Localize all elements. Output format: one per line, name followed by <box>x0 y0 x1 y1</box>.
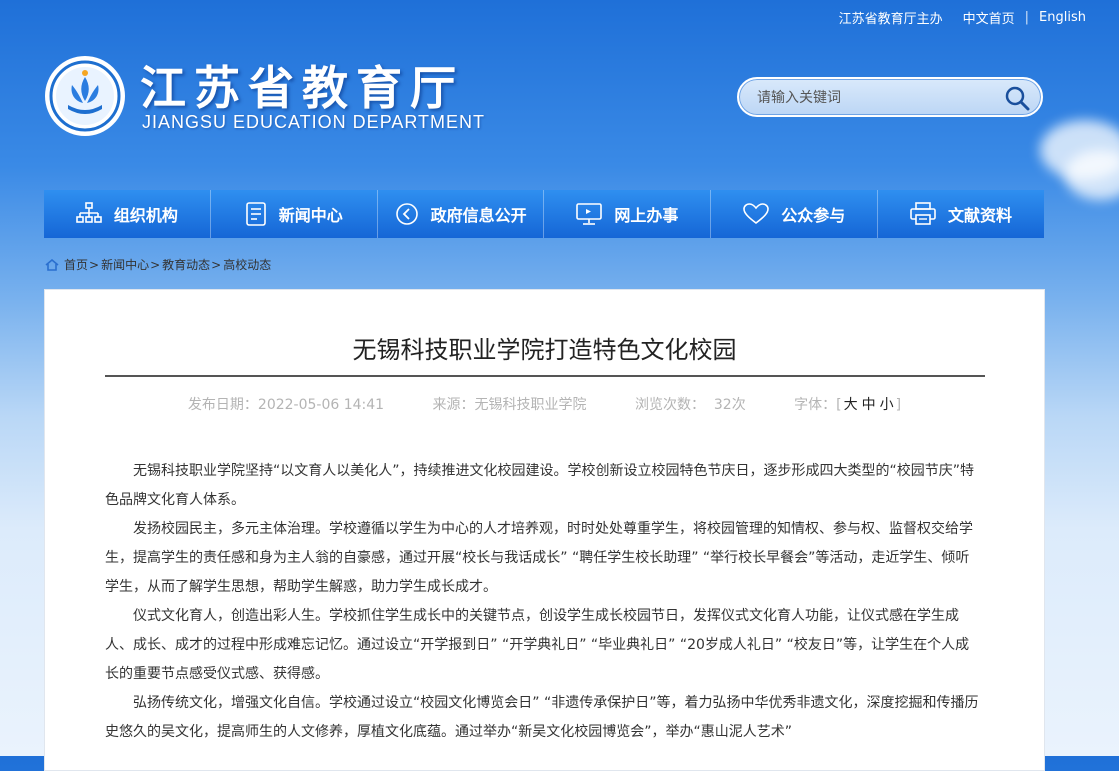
nav-item-news[interactable]: 新闻中心 <box>211 190 378 238</box>
font-size-switcher: 字体：[大中小] <box>794 397 902 413</box>
font-small-button[interactable]: 小 <box>880 397 894 413</box>
home-icon <box>45 258 59 271</box>
logo-chinese-title: 江苏省教育厅 <box>140 61 464 115</box>
article-paragraph: 仪式文化育人，创造出彩人生。学校抓住学生成长中的关键节点，创设学生成长校园节日，… <box>105 608 970 682</box>
breadcrumb-university-news[interactable]: 高校动态 <box>223 256 271 273</box>
nav-item-public-participation[interactable]: 公众参与 <box>711 190 879 238</box>
news-icon <box>245 202 266 226</box>
title-divider <box>105 375 985 377</box>
nav-label: 文献资料 <box>948 206 1013 225</box>
search-input[interactable] <box>755 87 999 109</box>
article-panel: 无锡科技职业学院打造特色文化校园 发布日期：2022-05-06 14:41 来… <box>44 289 1045 771</box>
divider: | <box>1024 10 1030 25</box>
org-icon <box>76 202 102 223</box>
info-icon <box>395 203 418 225</box>
font-medium-button[interactable]: 中 <box>862 397 876 413</box>
view-count: 浏览次数： 32次 <box>634 397 746 413</box>
breadcrumb-news-center[interactable]: 新闻中心 <box>101 256 149 273</box>
computer-icon <box>576 203 603 225</box>
search-icon[interactable] <box>1003 84 1031 112</box>
search-box <box>737 77 1043 117</box>
sponsor-link[interactable]: 江苏省教育厅主办 <box>839 8 943 27</box>
top-links-bar: 江苏省教育厅主办 中文首页 | English <box>839 8 1086 27</box>
breadcrumb: 首页 > 新闻中心 > 教育动态 > 高校动态 <box>45 256 271 273</box>
nav-label: 政府信息公开 <box>430 206 527 225</box>
breadcrumb-education-news[interactable]: 教育动态 <box>162 256 210 273</box>
nav-item-organization[interactable]: 组织机构 <box>44 190 211 238</box>
nav-label: 组织机构 <box>113 206 178 225</box>
english-link[interactable]: English <box>1039 10 1086 25</box>
font-large-button[interactable]: 大 <box>844 397 858 413</box>
heart-icon <box>743 203 770 225</box>
nav-label: 新闻中心 <box>278 206 343 225</box>
article-source: 来源：无锡科技职业学院 <box>432 397 587 413</box>
nav-item-gov-info[interactable]: 政府信息公开 <box>378 190 545 238</box>
main-navigation: 组织机构 新闻中心 政府信息公开 网上办事 公众参与 文献资料 <box>44 190 1044 238</box>
article-title: 无锡科技职业学院打造特色文化校园 <box>352 336 737 364</box>
nav-item-documents[interactable]: 文献资料 <box>878 190 1044 238</box>
article-paragraph: 发扬校园民主，多元主体治理。学校遵循以学生为中心的人才培养观，时时处处尊重学生，… <box>105 521 973 595</box>
breadcrumb-home[interactable]: 首页 <box>64 256 88 273</box>
nav-item-online-service[interactable]: 网上办事 <box>544 190 712 238</box>
article-body: 无锡科技职业学院坚持“以文育人以美化人”，持续推进文化校园建设。学校创新设立校园… <box>105 457 983 747</box>
publish-date: 发布日期：2022-05-06 14:41 <box>187 397 385 413</box>
logo-english-title: JIANGSU EDUCATION DEPARTMENT <box>142 112 486 132</box>
nav-label: 网上办事 <box>614 206 679 225</box>
department-emblem-icon <box>45 56 125 136</box>
nav-label: 公众参与 <box>781 206 846 225</box>
printer-icon <box>910 202 936 225</box>
article-paragraph: 无锡科技职业学院坚持“以文育人以美化人”，持续推进文化校园建设。学校创新设立校园… <box>105 463 975 508</box>
article-meta: 发布日期：2022-05-06 14:41 来源：无锡科技职业学院 浏览次数： … <box>45 394 1044 414</box>
article-paragraph: 弘扬传统文化，增强文化自信。学校通过设立“校园文化博览会日” “非遗传承保护日”… <box>105 695 979 740</box>
chinese-home-link[interactable]: 中文首页 <box>963 8 1015 27</box>
cloud-decoration <box>1065 150 1119 200</box>
